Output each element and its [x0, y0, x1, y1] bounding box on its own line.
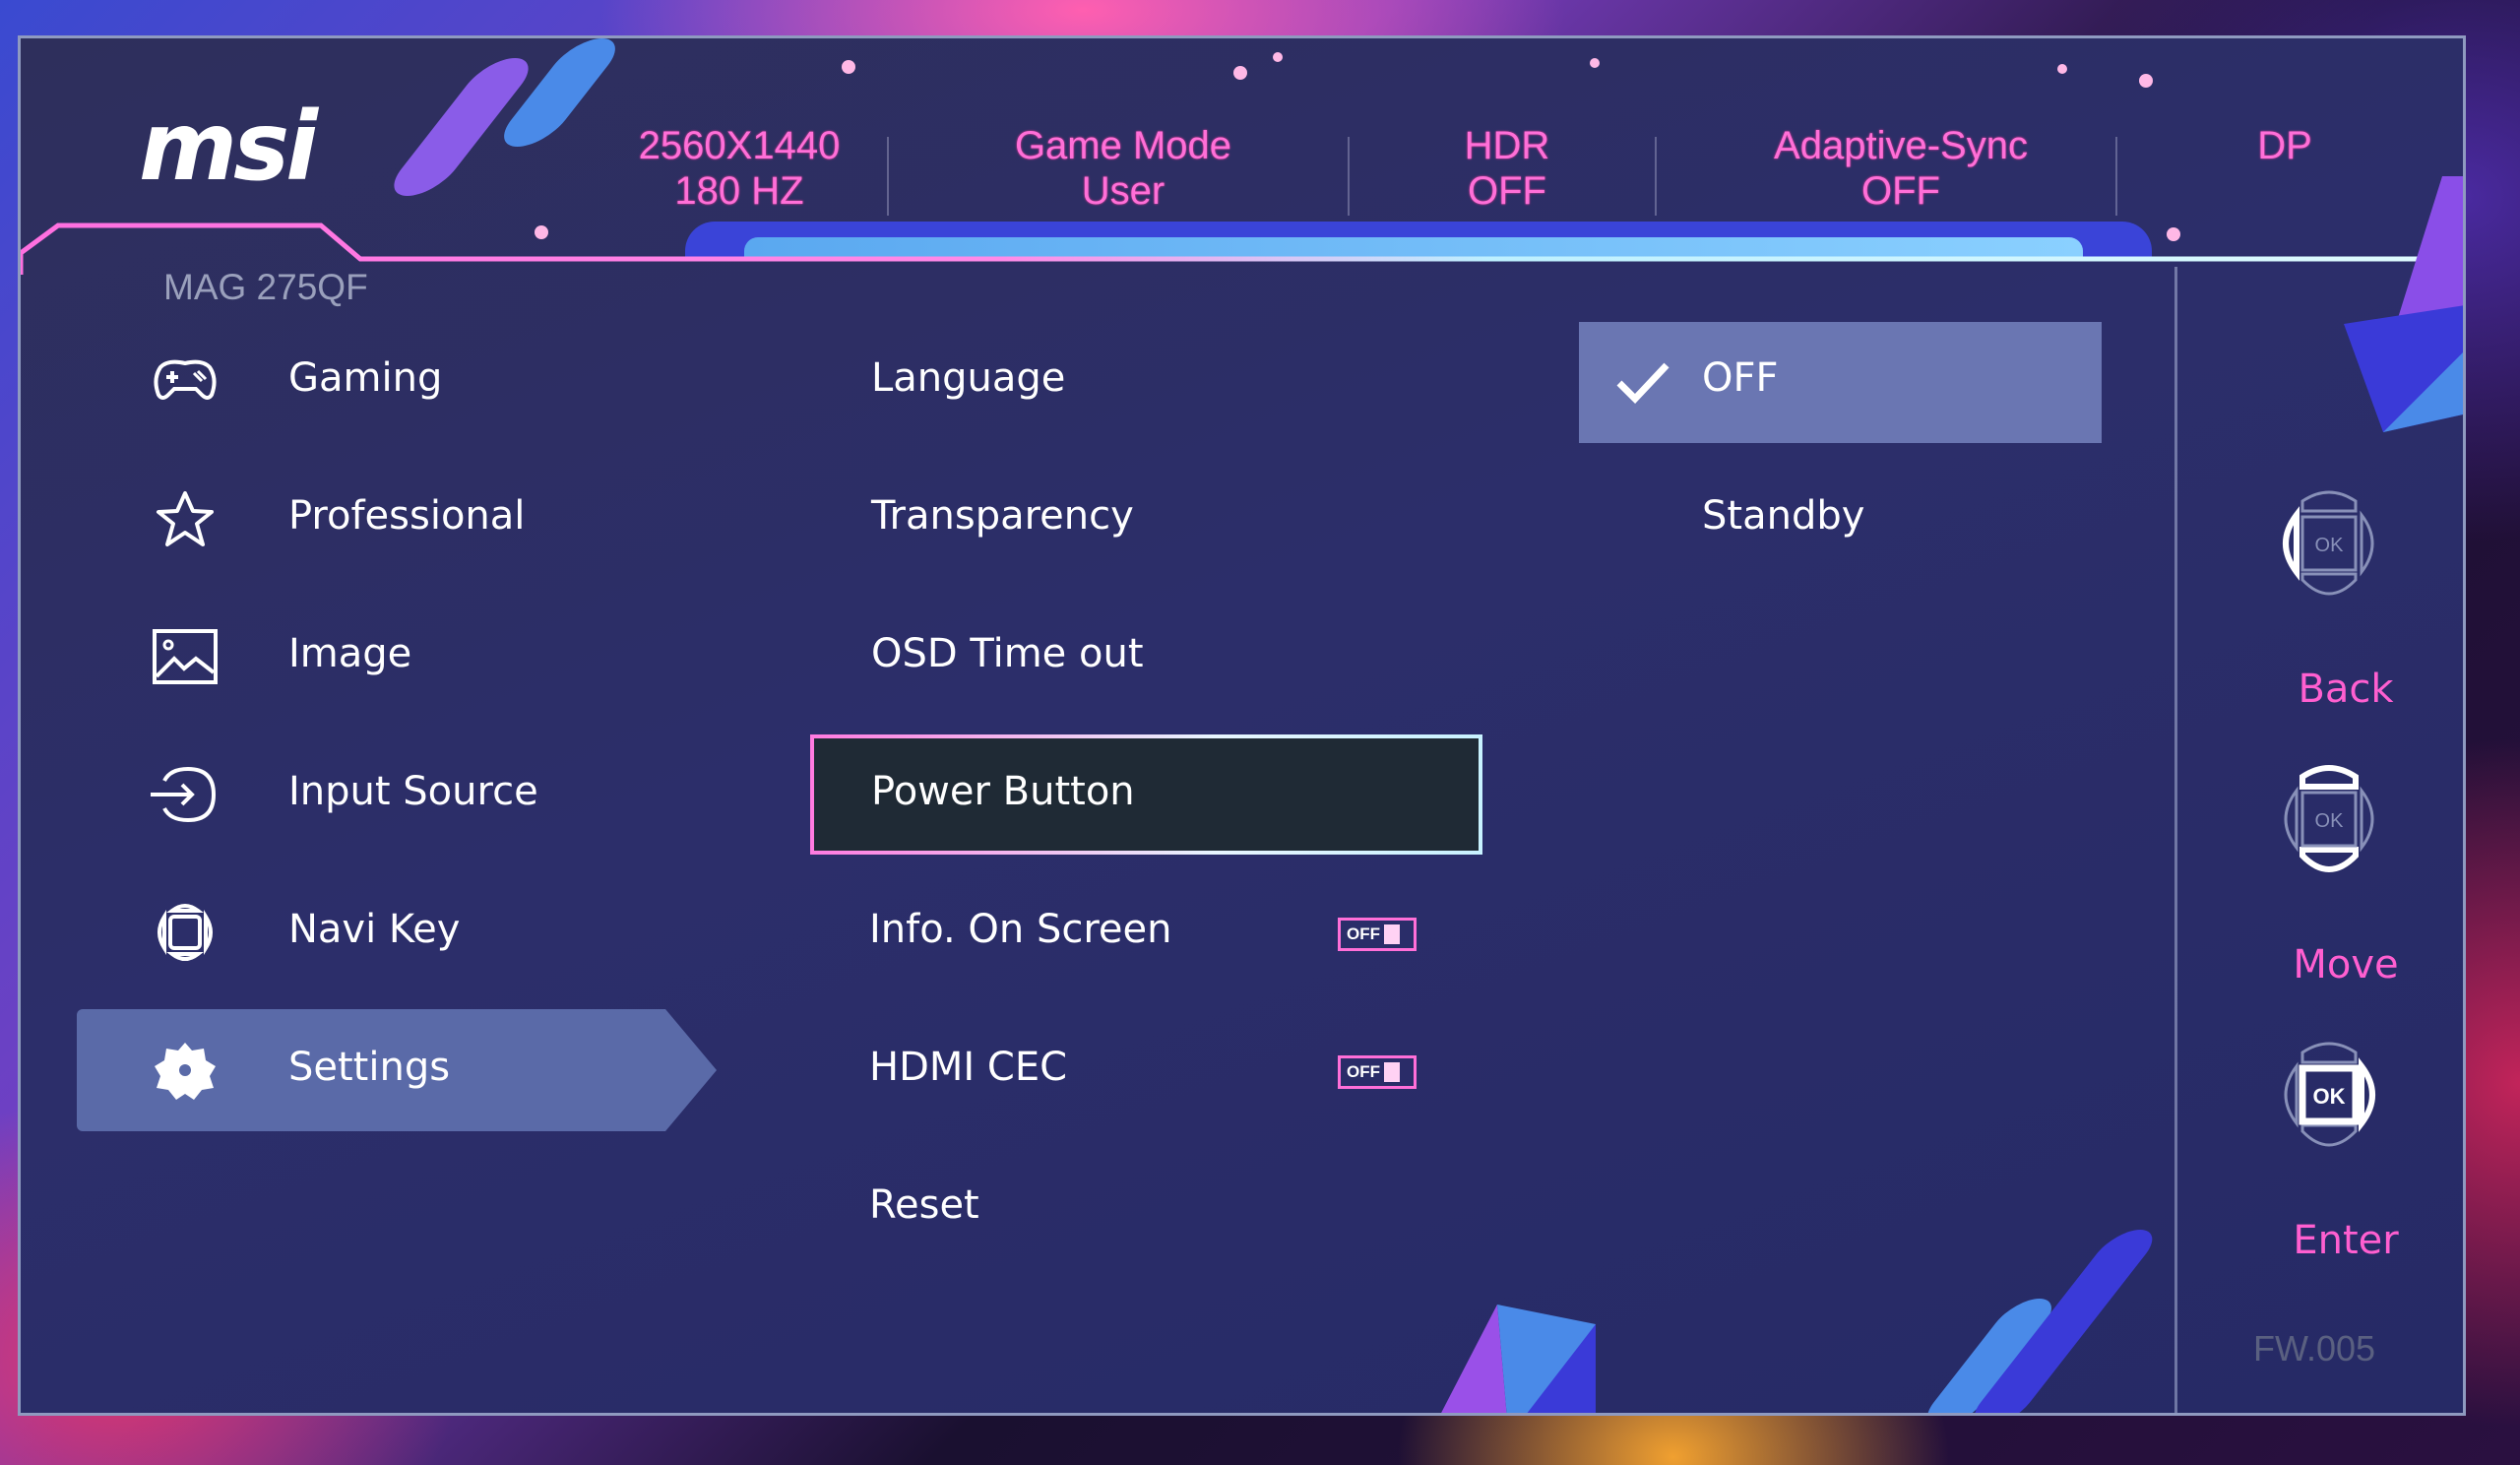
- status-adaptive-sync: Adaptive-Sync OFF: [1724, 123, 2078, 214]
- nav-hint-move: Move: [2293, 942, 2399, 987]
- decor-shape-bottom-prism: [1441, 1305, 1596, 1413]
- menu-item-label: Image: [288, 631, 412, 676]
- svg-text:OK: OK: [2315, 810, 2345, 832]
- navkey-updown-icon: OK: [2284, 765, 2374, 872]
- status-game-mode-value: User: [1081, 169, 1166, 213]
- status-adaptive-sync-label: Adaptive-Sync: [1774, 124, 2028, 167]
- status-game-mode: Game Mode User: [976, 123, 1271, 214]
- menu-item-label: Professional: [288, 493, 526, 539]
- menu-item-label: Navi Key: [288, 907, 461, 952]
- toggle-state: OFF: [1347, 924, 1380, 943]
- navkey-left-icon: OK: [2283, 490, 2374, 596]
- status-game-mode-label: Game Mode: [1014, 124, 1232, 167]
- menu-item-input-source[interactable]: Input Source: [21, 733, 769, 856]
- power-option-standby[interactable]: Standby: [1702, 493, 1864, 539]
- header-divider-line: [21, 223, 2463, 275]
- status-resolution-value: 2560X1440: [638, 124, 841, 167]
- svg-text:OK: OK: [2315, 535, 2345, 556]
- right-panel-divider: [2174, 267, 2177, 1413]
- status-hdr: HDR OFF: [1399, 123, 1615, 214]
- status-input: DP: [2186, 123, 2383, 168]
- menu-item-image[interactable]: Image: [21, 596, 769, 718]
- info-on-screen-toggle[interactable]: OFF: [1338, 918, 1417, 951]
- status-hdr-value: OFF: [1468, 169, 1546, 213]
- navkey-ok-icon: OK: [2284, 1042, 2375, 1147]
- settings-item-language[interactable]: Language: [871, 355, 1065, 401]
- checkmark-icon: [1616, 362, 1670, 405]
- model-name: MAG 275QF: [163, 267, 368, 307]
- nav-hint-enter: Enter: [2293, 1218, 2399, 1263]
- settings-item-reset[interactable]: Reset: [869, 1182, 979, 1228]
- status-separator: [1348, 137, 1350, 216]
- gear-icon: [155, 1043, 216, 1100]
- menu-item-label: Input Source: [288, 769, 538, 814]
- status-refresh-value: 180 HZ: [674, 169, 804, 213]
- image-icon: [153, 629, 218, 684]
- status-adaptive-sync-value: OFF: [1861, 169, 1940, 213]
- toggle-knob: [1384, 924, 1400, 944]
- toggle-state: OFF: [1347, 1062, 1380, 1081]
- status-separator: [887, 137, 889, 216]
- decor-dot: [1273, 52, 1283, 62]
- decor-dot: [1590, 58, 1600, 68]
- firmware-version: FW.005: [2253, 1328, 2376, 1369]
- status-input-value: DP: [2257, 124, 2312, 167]
- menu-item-label: Gaming: [288, 355, 443, 401]
- gamepad-icon: [154, 359, 217, 400]
- menu-item-navi-key[interactable]: Navi Key: [21, 871, 769, 993]
- decor-dot: [1233, 66, 1247, 80]
- decor-dot: [842, 60, 855, 74]
- menu-item-gaming[interactable]: Gaming: [21, 320, 769, 442]
- settings-item-transparency[interactable]: Transparency: [871, 493, 1134, 539]
- star-icon: [157, 491, 214, 546]
- settings-item-hdmi-cec[interactable]: HDMI CEC: [869, 1045, 1067, 1090]
- decor-shape-right-top: [2344, 176, 2463, 432]
- input-source-icon: [151, 766, 217, 823]
- hdmi-cec-toggle[interactable]: OFF: [1338, 1055, 1417, 1089]
- power-option-off[interactable]: OFF: [1702, 355, 1779, 401]
- menu-item-label: Settings: [288, 1045, 451, 1090]
- toggle-knob: [1384, 1062, 1400, 1082]
- nav-hint-back: Back: [2298, 667, 2394, 712]
- status-separator: [2115, 137, 2117, 216]
- menu-item-settings[interactable]: Settings: [21, 1009, 769, 1131]
- status-resolution: 2560X1440 180 HZ: [611, 123, 867, 214]
- decor-dot: [2139, 74, 2153, 88]
- status-separator: [1655, 137, 1657, 216]
- decor-dot: [2057, 64, 2067, 74]
- settings-item-osd-timeout[interactable]: OSD Time out: [871, 631, 1144, 676]
- settings-item-power-button[interactable]: Power Button: [871, 769, 1135, 814]
- status-hdr-label: HDR: [1464, 124, 1550, 167]
- msi-logo: msi: [139, 92, 318, 202]
- navi-key-icon: [158, 904, 213, 961]
- osd-menu: msi 2560X1440 180 HZ Game Mode User HDR …: [18, 35, 2466, 1416]
- svg-text:OK: OK: [2313, 1084, 2346, 1109]
- settings-item-info-on-screen[interactable]: Info. On Screen: [869, 907, 1172, 952]
- menu-item-professional[interactable]: Professional: [21, 458, 769, 580]
- decor-stripe: [1961, 1230, 2166, 1413]
